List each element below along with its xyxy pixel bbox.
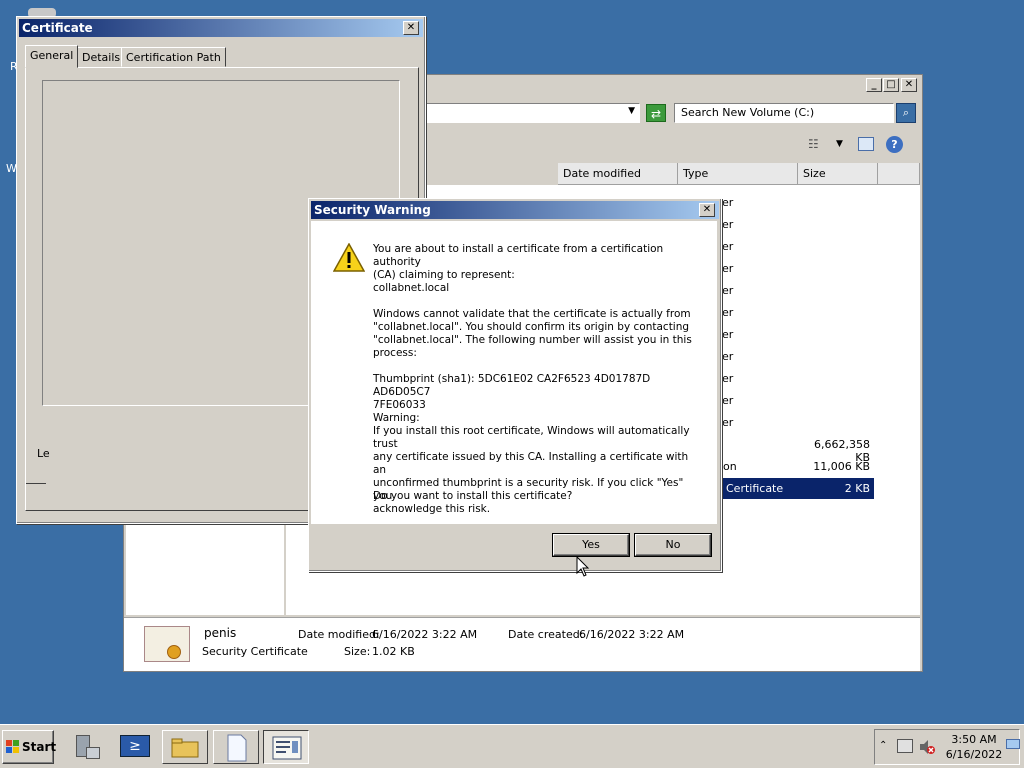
details-date-created: 6/16/2022 3:22 AM — [579, 628, 685, 641]
column-type[interactable]: Type — [678, 163, 798, 185]
folder-icon — [171, 738, 199, 758]
server-manager-icon[interactable] — [70, 731, 102, 763]
address-bar[interactable]: ▼ — [424, 103, 640, 123]
taskbar-certificate-button[interactable] — [263, 730, 309, 764]
refresh-icon[interactable]: ⇄ — [646, 104, 666, 122]
row-type: er — [722, 284, 734, 297]
row-type: er — [722, 306, 734, 319]
row-type: er — [722, 394, 734, 407]
details-file-type: Security Certificate — [202, 645, 308, 658]
taskbar-explorer-button[interactable] — [162, 730, 208, 764]
search-input[interactable]: Search New Volume (C:) — [674, 103, 894, 123]
warning-question: Do you want to install this certificate? — [373, 490, 573, 502]
column-filler — [878, 163, 920, 185]
chevron-down-icon[interactable]: ▼ — [628, 106, 635, 116]
tab-details[interactable]: Details — [77, 47, 126, 67]
row-type: er — [722, 328, 734, 341]
warning-ca-name: collabnet.local — [373, 282, 450, 294]
close-button[interactable]: ✕ — [403, 21, 419, 35]
system-tray: ⌃ 3:50 AM 6/16/2022 — [874, 729, 1020, 765]
minimize-button[interactable]: _ — [866, 78, 882, 92]
taskbar: Start ≥ ⌃ 3:50 AM 6/16/2022 — [0, 724, 1024, 768]
row-type: er — [722, 218, 734, 231]
details-date-modified: 6/16/2022 3:22 AM — [372, 628, 478, 641]
warning-intro: You are about to install a certificate f… — [373, 243, 664, 281]
certificate-icon — [272, 736, 302, 760]
row-type: ion — [720, 460, 737, 473]
seal-icon — [167, 645, 181, 659]
selected-row[interactable]: Certificate 2 KB — [720, 478, 874, 499]
row-size: 11,006 KB — [813, 460, 870, 473]
tab-certification-path[interactable]: Certification Path — [121, 47, 226, 67]
row-type: er — [722, 240, 734, 253]
close-button[interactable]: ✕ — [699, 203, 715, 217]
warning-icon — [333, 243, 365, 272]
details-size: 1.02 KB — [372, 645, 415, 658]
preview-pane-icon[interactable] — [858, 137, 874, 151]
warning-thumbprint: Thumbprint (sha1): 5DC61E02 CA2F6523 4D0… — [373, 373, 651, 411]
certificate-file-icon — [144, 626, 190, 662]
dialog-body: You are about to install a certificate f… — [311, 221, 717, 524]
divider — [26, 483, 46, 484]
powershell-icon[interactable]: ≥ — [120, 735, 150, 757]
search-icon[interactable]: ⌕ — [896, 103, 916, 123]
tab-general[interactable]: General — [25, 45, 79, 68]
chevron-up-icon[interactable]: ⌃ — [879, 740, 887, 751]
help-icon[interactable]: ? — [886, 136, 903, 153]
details-date-created-label: Date created: — [508, 628, 584, 641]
mouse-cursor-icon — [576, 556, 590, 577]
clock-time[interactable]: 3:50 AM — [945, 733, 1003, 746]
details-file-name: penis — [204, 626, 237, 640]
row-type: er — [722, 416, 734, 429]
network-icon[interactable] — [897, 739, 913, 753]
row-type: er — [722, 262, 734, 275]
security-warning-dialog: Security Warning ✕ You are about to inst… — [308, 198, 722, 572]
yes-button[interactable]: Yes — [552, 533, 630, 557]
clock-date[interactable]: 6/16/2022 — [945, 748, 1003, 761]
windows-logo-icon — [6, 740, 19, 753]
column-date-modified[interactable]: Date modified — [558, 163, 678, 185]
maximize-button[interactable]: □ — [883, 78, 899, 92]
row-size: 2 KB — [844, 482, 870, 495]
show-desktop-icon[interactable] — [1006, 739, 1020, 749]
start-button[interactable]: Start — [2, 730, 57, 764]
volume-muted-icon[interactable] — [919, 739, 935, 755]
warning-validation-text: Windows cannot validate that the certifi… — [373, 308, 692, 359]
security-warning-titlebar: Security Warning — [311, 201, 719, 219]
column-size[interactable]: Size — [798, 163, 878, 185]
details-pane: penis Security Certificate Date modified… — [124, 617, 920, 671]
document-icon — [227, 734, 247, 762]
views-icon[interactable]: ☷ — [808, 137, 819, 151]
row-type: er — [722, 372, 734, 385]
details-size-label: Size: — [344, 645, 371, 658]
chevron-down-icon[interactable]: ▼ — [836, 139, 843, 149]
issued-to-label: Le — [37, 447, 50, 460]
row-type: er — [722, 350, 734, 363]
row-type: Certificate — [726, 482, 784, 495]
start-label: Start — [22, 740, 57, 754]
certificate-titlebar: Certificate — [19, 19, 423, 37]
row-type: er — [722, 196, 734, 209]
close-button[interactable]: ✕ — [901, 78, 917, 92]
details-date-modified-label: Date modified: — [298, 628, 380, 641]
no-button[interactable]: No — [634, 533, 712, 557]
taskbar-document-button[interactable] — [213, 730, 259, 764]
